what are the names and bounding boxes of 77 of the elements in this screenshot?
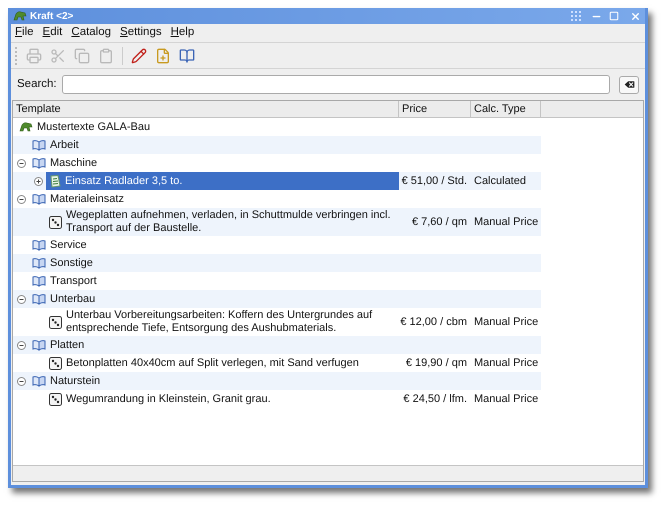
item-text: Transport: [50, 274, 98, 288]
calc-type-cell-text: Calculated: [473, 174, 527, 189]
book-icon: [32, 157, 46, 169]
menu-item[interactable]: Edit: [42, 24, 62, 42]
item-text: Maschine: [50, 156, 98, 170]
column-header[interactable]: Template: [13, 101, 399, 117]
menu-item[interactable]: File: [15, 24, 34, 42]
menu-item[interactable]: Catalog: [71, 24, 112, 42]
price-cell-text: € 24,50 / lfm.: [402, 392, 468, 407]
book-icon: [32, 257, 46, 269]
calc-type-cell-text: Manual Price: [473, 314, 540, 330]
clear-icon: [622, 78, 636, 91]
tree-item[interactable]: Wegumrandung in Kleinstein, Granit grau.: [46, 390, 399, 408]
tree-item[interactable]: Maschine: [29, 154, 399, 172]
document-icon: [49, 174, 61, 188]
item-text: Platten: [50, 338, 86, 352]
book-icon: [32, 275, 46, 287]
item-text: Sonstige: [50, 256, 94, 270]
calc-type-cell-text: Manual Price: [473, 392, 540, 407]
menu-item[interactable]: Help: [170, 24, 194, 42]
tree-item[interactable]: Platten: [29, 336, 399, 354]
tree-item[interactable]: Betonplatten 40x40cm auf Split verlegen, mit Sand verfugen: [46, 354, 399, 372]
item-text: Materialeinsatz: [50, 192, 125, 206]
expand-icon[interactable]: [34, 176, 43, 186]
item-text: Unterbau: [50, 292, 96, 306]
dice-icon: [49, 356, 62, 370]
dice-icon: [49, 216, 62, 228]
app-icon: [13, 10, 27, 22]
item-text: Service: [50, 238, 88, 252]
window-title: Kraft <2>: [30, 10, 74, 24]
price-cell-text: € 7,60 / qm: [410, 214, 468, 230]
dice-icon: [49, 392, 62, 406]
collapse-icon[interactable]: [17, 294, 26, 304]
collapse-icon[interactable]: [17, 340, 26, 350]
app-logo-icon: [19, 121, 33, 133]
tree-item[interactable]: Unterbau: [29, 290, 399, 308]
item-text: Unterbau Vorbereitungsarbeiten: Koffern des Untergrundes auf entsprechende Tiefe, Entsorgung des Aushubmaterials.: [66, 309, 374, 335]
item-text: Einsatz Radlader 3,5 to.: [65, 174, 184, 188]
edit-button[interactable]: [129, 46, 149, 66]
menu-item[interactable]: Settings: [120, 24, 162, 42]
column-header[interactable]: Calc. Type: [471, 101, 541, 117]
tree-item[interactable]: Mustertexte GALA-Bau: [16, 118, 399, 136]
item-text: Arbeit: [50, 138, 80, 152]
book-icon: [32, 193, 46, 205]
calc-type-cell-text: Manual Price: [473, 214, 540, 230]
clear-search-button[interactable]: [619, 76, 639, 94]
tree-item[interactable]: Naturstein: [29, 372, 399, 390]
tree-item[interactable]: Service: [29, 236, 399, 254]
calc-type-cell-text: Manual Price: [473, 356, 540, 371]
price-cell-text: € 19,90 / qm: [404, 356, 468, 371]
close-icon[interactable]: [630, 10, 641, 22]
tree-item[interactable]: Materialeinsatz: [29, 190, 399, 208]
price-cell-text: € 51,00 / Std.: [400, 174, 468, 189]
tree-item[interactable]: Einsatz Radlader 3,5 to.: [46, 172, 399, 190]
collapse-icon[interactable]: [17, 194, 26, 204]
item-text: Betonplatten 40x40cm auf Split verlegen, mit Sand verfugen: [66, 356, 360, 370]
search-field[interactable]: [62, 75, 610, 94]
sticky-icon[interactable]: [570, 10, 584, 22]
dice-icon: [49, 316, 62, 328]
book-icon: [32, 239, 46, 251]
collapse-icon[interactable]: [17, 158, 26, 168]
column-header[interactable]: Price: [399, 101, 471, 117]
book-icon: [32, 339, 46, 351]
item-text: Naturstein: [50, 374, 102, 388]
tree-item[interactable]: Transport: [29, 272, 399, 290]
tree-item[interactable]: Arbeit: [29, 136, 399, 154]
book-icon: [32, 139, 46, 151]
item-text: Wegumrandung in Kleinstein, Granit grau.: [66, 392, 272, 406]
tree-item[interactable]: Unterbau Vorbereitungsarbeiten: Koffern des Untergrundes auf entsprechende Tiefe, Entsorgung des Aushubmaterials.: [46, 308, 399, 336]
book-icon: [32, 293, 46, 305]
tree-item[interactable]: Sonstige: [29, 254, 399, 272]
search-label: Search:: [17, 76, 57, 92]
collapse-icon[interactable]: [17, 376, 26, 386]
price-cell-text: € 12,00 / cbm: [399, 314, 468, 330]
book-icon: [32, 375, 46, 387]
item-text: Mustertexte GALA-Bau: [37, 120, 152, 134]
maximize-icon[interactable]: [609, 11, 619, 21]
